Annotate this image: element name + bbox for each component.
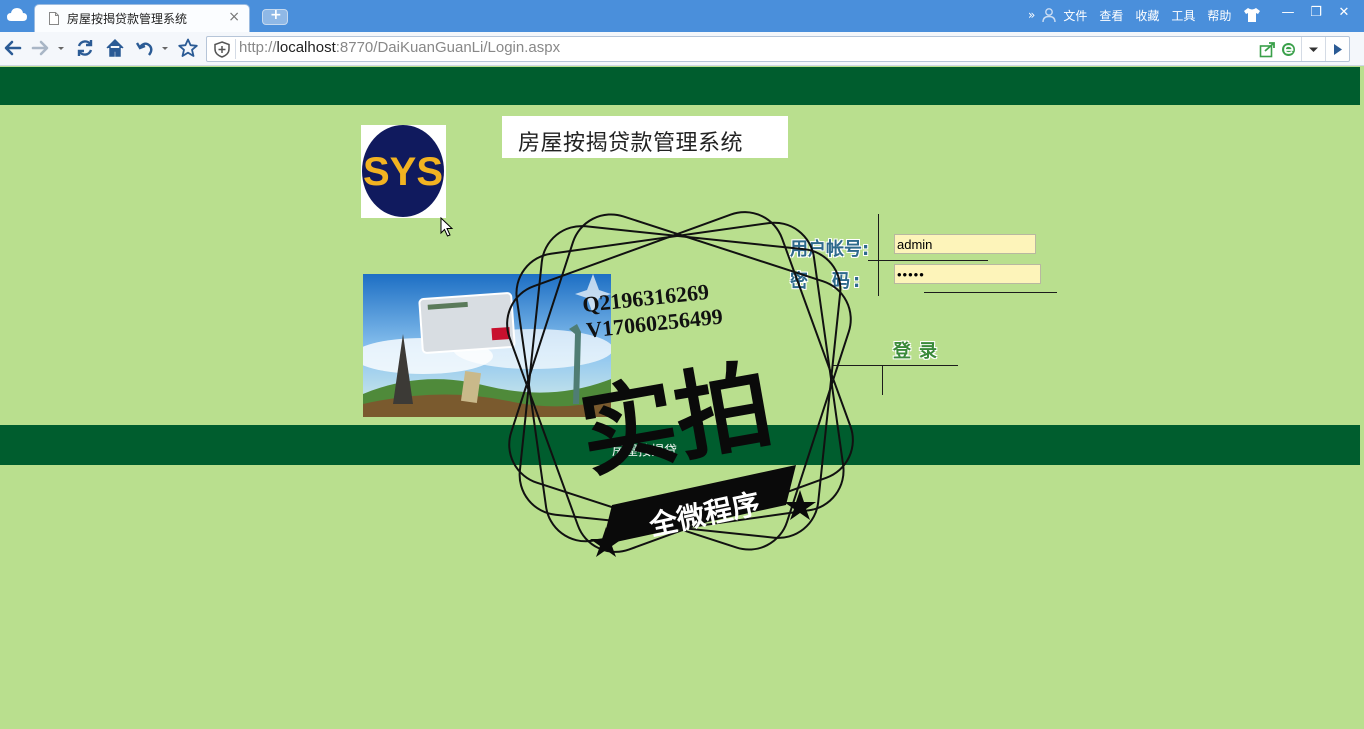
tab-close-icon[interactable]: × <box>228 9 240 25</box>
favorite-star-icon[interactable] <box>177 37 199 59</box>
address-separator <box>235 39 236 59</box>
url-host: localhost <box>276 39 336 56</box>
share-icon[interactable] <box>1259 41 1276 58</box>
history-dropdown-icon[interactable] <box>56 41 66 55</box>
minimize-icon[interactable]: — <box>1274 3 1302 23</box>
menu-help[interactable]: 帮助 <box>1207 7 1231 24</box>
cloud-logo-icon[interactable] <box>6 6 28 24</box>
menu-file[interactable]: 文件 <box>1063 7 1087 24</box>
document-icon <box>49 12 59 25</box>
logo-text: SYS <box>363 150 443 194</box>
security-shield-icon[interactable] <box>213 41 231 58</box>
url-path: :8770/DaiKuanGuanLi/Login.aspx <box>335 39 561 56</box>
restore-icon[interactable]: ❐ <box>1302 3 1330 23</box>
home-icon[interactable] <box>104 37 126 59</box>
menu-favorites[interactable]: 收藏 <box>1135 7 1159 24</box>
url-input[interactable]: http://localhost:8770/DaiKuanGuanLi/Logi… <box>239 39 1239 59</box>
address-separator-go <box>1325 37 1326 61</box>
close-icon[interactable]: ✕ <box>1330 3 1358 23</box>
browser-titlebar: 房屋按揭贷款管理系统 × + » 文件 查看 收藏 工具 帮助 — ❐ ✕ <box>0 0 1364 32</box>
undo-close-tab-icon[interactable] <box>134 37 156 59</box>
plus-icon: + <box>270 7 282 23</box>
tab-title: 房屋按揭贷款管理系统 <box>67 12 188 26</box>
new-tab-button[interactable]: + <box>262 7 288 25</box>
sys-logo-image: SYS <box>361 125 446 218</box>
password-input[interactable] <box>894 264 1041 284</box>
address-dropdown-icon[interactable] <box>1305 41 1322 58</box>
user-account-icon[interactable] <box>1041 7 1057 23</box>
login-button[interactable]: 登录 <box>888 337 950 363</box>
system-title-box: 房屋按揭贷款管理系统 <box>502 116 788 158</box>
browser-navbar: http://localhost:8770/DaiKuanGuanLi/Logi… <box>0 32 1364 66</box>
username-input[interactable] <box>894 234 1036 254</box>
page-title: 房屋按揭贷款管理系统 <box>518 131 744 156</box>
more-menu-icon[interactable]: » <box>1028 8 1035 22</box>
back-arrow-icon[interactable] <box>2 37 24 59</box>
skin-shirt-icon[interactable] <box>1243 7 1261 23</box>
menu-view[interactable]: 查看 <box>1099 7 1123 24</box>
header-band <box>0 67 1360 105</box>
form-grid-line-mid <box>868 260 988 261</box>
forward-arrow-icon[interactable] <box>29 37 51 59</box>
undo-dropdown-icon[interactable] <box>160 41 170 55</box>
refresh-icon[interactable] <box>74 37 96 59</box>
watermark-main-text: 实拍 <box>572 348 781 492</box>
browser-tab-active[interactable]: 房屋按揭贷款管理系统 × <box>34 4 250 32</box>
form-grid-line-bottom <box>924 292 1057 293</box>
go-arrow-icon[interactable] <box>1329 41 1346 58</box>
login-grid-line-vertical <box>882 365 883 395</box>
watermark-stamp: Q2196316269 V17060256499 实拍 全微程序 <box>506 211 854 557</box>
mouse-cursor-icon <box>440 217 454 237</box>
url-scheme: http:// <box>239 39 277 56</box>
window-controls: — ❐ ✕ <box>1274 3 1358 23</box>
address-separator-right <box>1301 37 1302 61</box>
browser-menu: » 文件 查看 收藏 工具 帮助 <box>1024 6 1261 24</box>
menu-tools[interactable]: 工具 <box>1171 7 1195 24</box>
ie-compat-icon[interactable] <box>1280 41 1297 58</box>
login-page: SYS 房屋按揭贷款管理系统 用户帐号: 密 码: 登录 <box>0 67 1364 729</box>
form-grid-line-vertical <box>878 214 879 296</box>
address-bar[interactable]: http://localhost:8770/DaiKuanGuanLi/Logi… <box>206 36 1350 62</box>
